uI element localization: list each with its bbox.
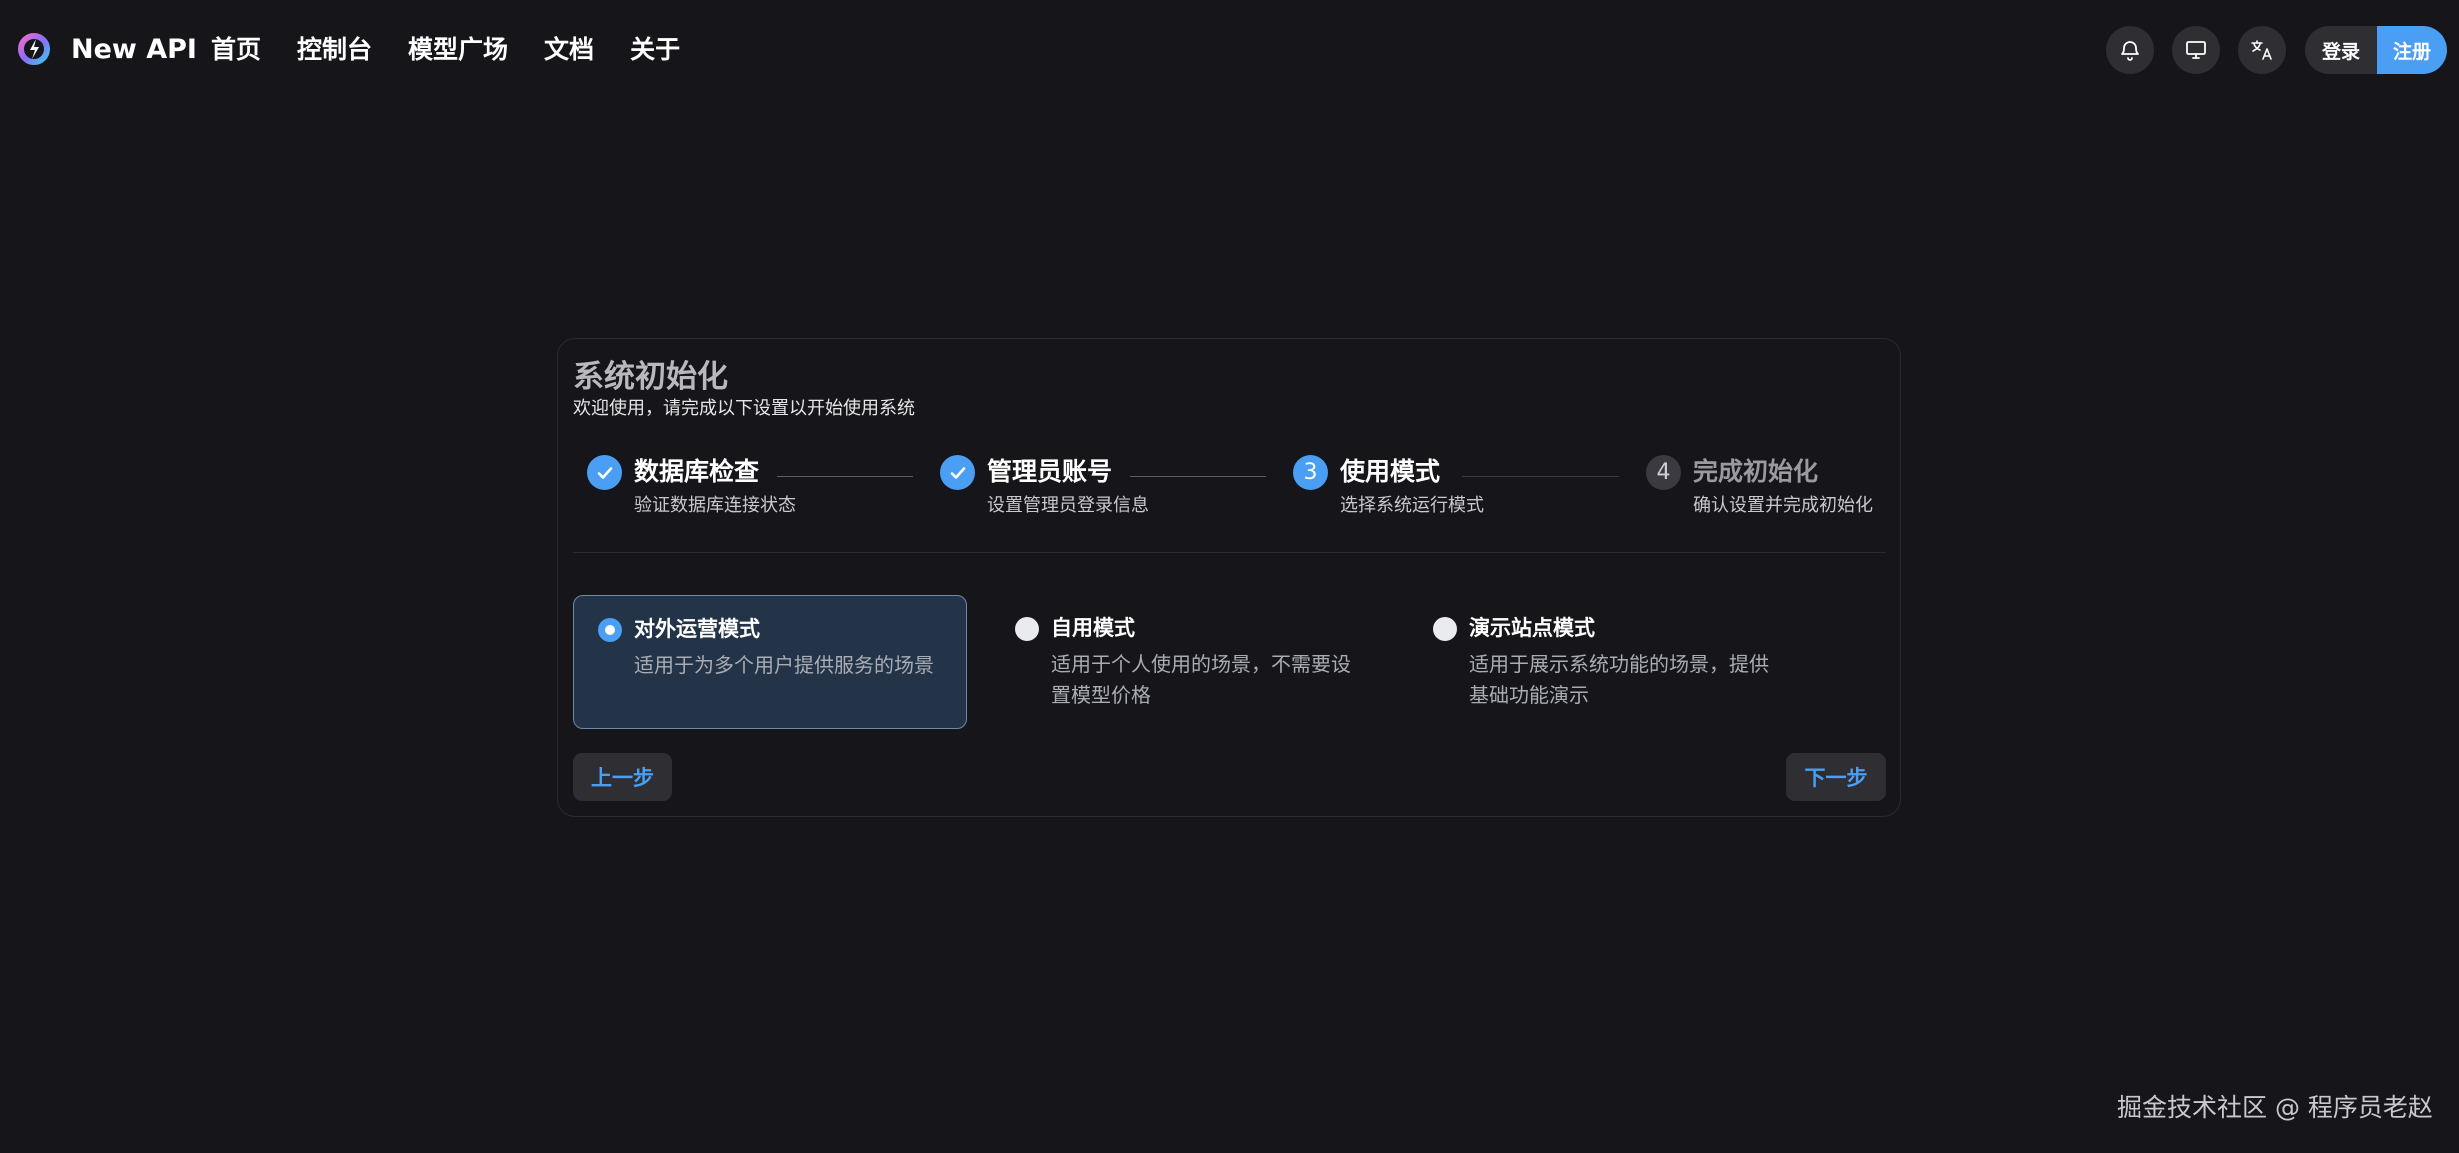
login-button[interactable]: 登录 [2305,26,2377,74]
nav-item-model-square[interactable]: 模型广场 [408,30,508,70]
option-demo-site[interactable]: 演示站点模式 适用于展示系统功能的场景，提供基础功能演示 [1409,595,1803,729]
notifications-button[interactable] [2106,26,2154,74]
divider [573,552,1886,553]
radio-button[interactable] [598,618,622,642]
option-title: 演示站点模式 [1469,616,1595,640]
step-connector [1130,476,1266,477]
theme-toggle-button[interactable] [2172,26,2220,74]
bell-icon [2121,41,2139,61]
setup-card: 系统初始化 欢迎使用，请完成以下设置以开始使用系统 数据库检查 验证数据库连接状… [557,338,1901,817]
monitor-icon [2186,41,2206,59]
step-title: 完成初始化 [1693,457,1819,486]
register-button[interactable]: 注册 [2377,26,2447,74]
step-connector [777,476,913,477]
main-nav: 首页 控制台 模型广场 文档 关于 [211,30,680,70]
auth-buttons: 登录 注册 [2305,26,2447,74]
step-connector [1462,476,1619,477]
option-description: 适用于为多个用户提供服务的场景 [634,653,934,677]
radio-button[interactable] [1433,617,1457,641]
step-title: 数据库检查 [634,457,760,486]
nav-item-console[interactable]: 控制台 [297,30,372,70]
step-description: 验证数据库连接状态 [634,495,796,516]
option-description: 适用于展示系统功能的场景，提供基础功能演示 [1469,652,1769,707]
step-number: 4 [1646,455,1681,490]
steps-indicator: 数据库检查 验证数据库连接状态 管理员账号 设置管理员登录信息 3 使用模式 选… [558,339,1900,516]
top-navbar: New API 首页 控制台 模型广场 文档 关于 登录 注册 [0,0,2459,100]
step-description: 设置管理员登录信息 [987,495,1149,516]
step-description: 选择系统运行模式 [1340,495,1484,516]
step-title: 管理员账号 [987,457,1113,486]
option-external-operation[interactable]: 对外运营模式 适用于为多个用户提供服务的场景 [573,595,967,729]
option-description: 适用于个人使用的场景，不需要设置模型价格 [1051,652,1351,707]
next-step-button[interactable]: 下一步 [1786,753,1886,801]
logo-icon[interactable] [17,32,51,66]
nav-item-home[interactable]: 首页 [211,30,261,70]
nav-item-docs[interactable]: 文档 [544,30,594,70]
radio-button[interactable] [1015,617,1039,641]
option-self-use[interactable]: 自用模式 适用于个人使用的场景，不需要设置模型价格 [991,595,1385,729]
nav-item-about[interactable]: 关于 [630,30,680,70]
translate-icon [2251,40,2272,60]
step-number: 3 [1293,455,1328,490]
step-title: 使用模式 [1340,457,1441,486]
check-icon [940,455,975,490]
check-icon [587,455,622,490]
option-title: 对外运营模式 [634,617,760,641]
brand-name[interactable]: New API [71,30,197,70]
watermark: 掘金技术社区 @ 程序员老赵 [2117,1093,2433,1122]
language-button[interactable] [2238,26,2286,74]
option-title: 自用模式 [1051,616,1135,640]
prev-step-button[interactable]: 上一步 [573,753,672,801]
step-description: 确认设置并完成初始化 [1693,495,1873,516]
